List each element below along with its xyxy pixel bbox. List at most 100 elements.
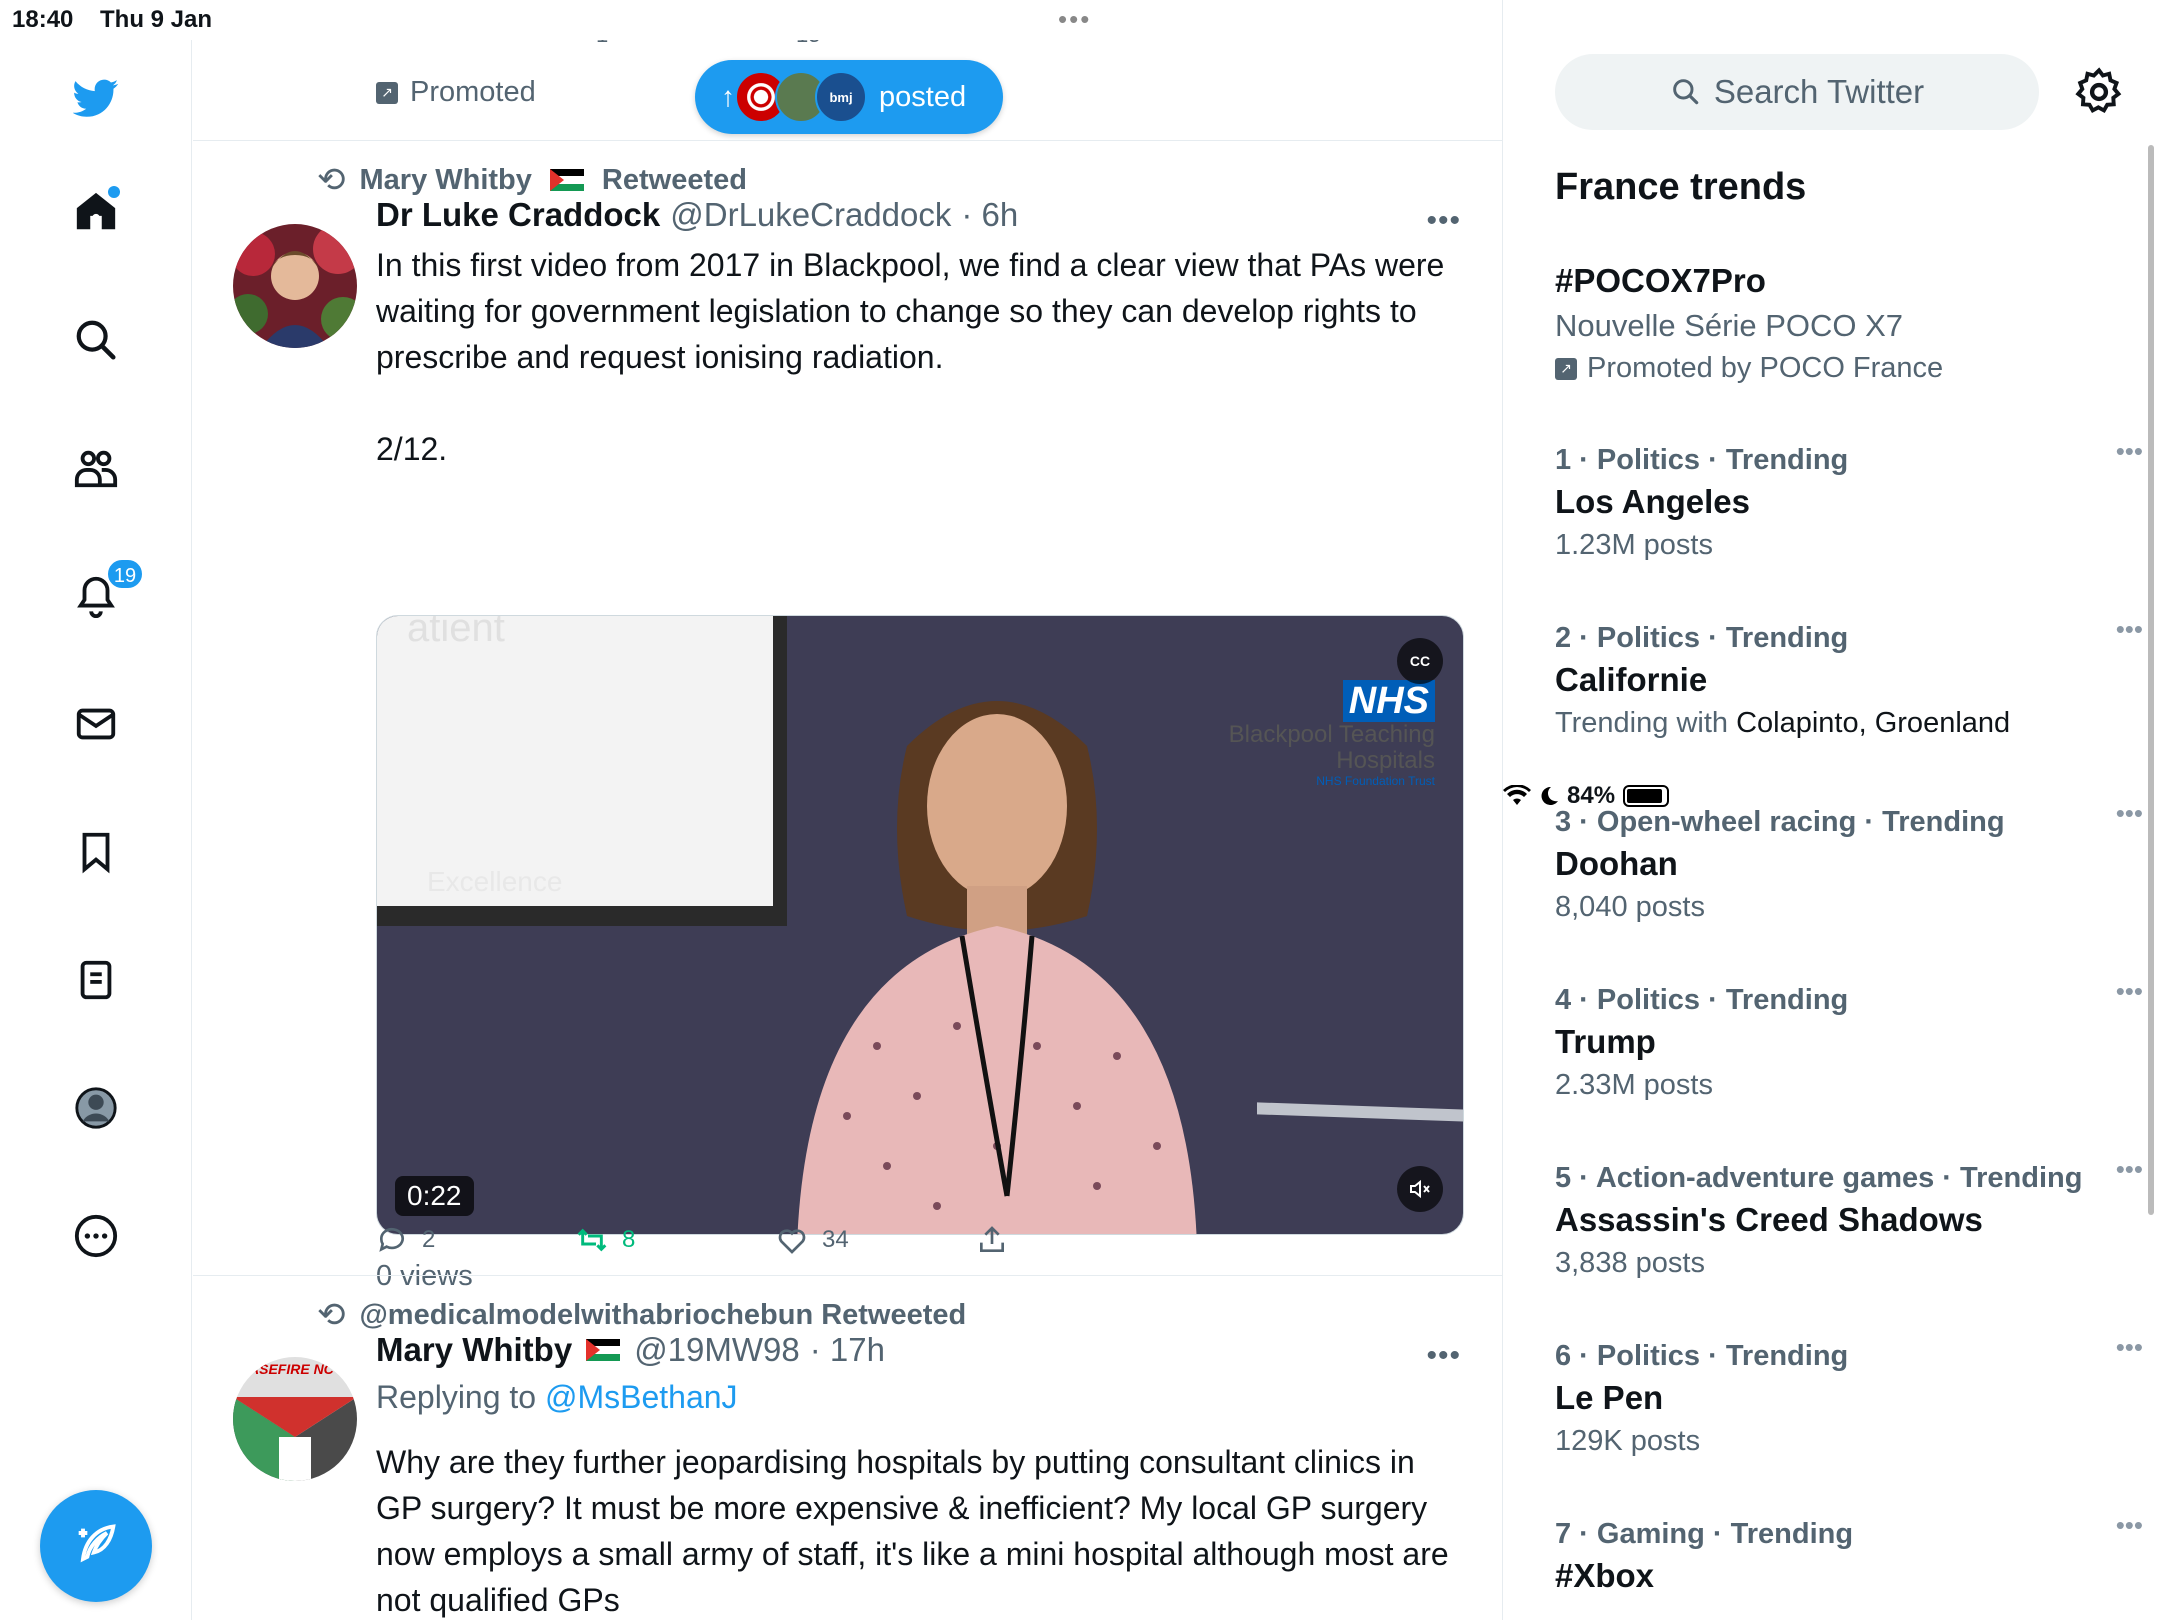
replying-prefix: Replying to xyxy=(376,1379,537,1415)
replying-to-handle-link[interactable]: @MsBethanJ xyxy=(545,1379,738,1415)
explore-search-icon[interactable] xyxy=(66,310,126,370)
heart-icon xyxy=(778,1229,806,1254)
author-name[interactable]: Dr Luke Craddock xyxy=(376,196,660,234)
trend-topic: Los Angeles xyxy=(1555,483,1750,520)
notifications-bell-icon[interactable]: 19 xyxy=(66,558,144,626)
retweet-button[interactable]: 8 xyxy=(576,1224,635,1256)
messages-envelope-icon[interactable] xyxy=(66,694,126,754)
author-handle[interactable]: @DrLukeCraddock xyxy=(670,196,951,234)
trend-item[interactable]: 5 · Action-adventure games · Trending As… xyxy=(1555,1154,2143,1280)
tweet-craddock[interactable]: ⟲ Mary Whitby Retweeted Dr Luke Craddock… xyxy=(193,140,1503,1315)
palestine-flag-icon xyxy=(586,1339,621,1361)
trend-topic: Doohan xyxy=(1555,845,1678,882)
avatar[interactable] xyxy=(233,224,357,348)
retweet-icon: ⟲ xyxy=(317,161,346,199)
trend-related: Trending with Colapinto, Groenland xyxy=(1555,707,2115,740)
reply-icon xyxy=(379,1227,404,1252)
twitter-logo-icon[interactable] xyxy=(66,68,126,128)
trend-more-icon[interactable]: ••• xyxy=(2116,436,2143,467)
promoted-arrow-icon: ↗ xyxy=(376,81,398,104)
trend-more-icon[interactable]: ••• xyxy=(2116,798,2143,829)
new-posts-label: posted xyxy=(879,80,967,113)
trend-item[interactable]: 7 · Gaming · Trending #Xbox ••• xyxy=(1555,1510,2143,1595)
author-handle[interactable]: @19MW98 xyxy=(634,1331,800,1369)
nhs-logo-text: NHS xyxy=(1342,680,1435,722)
timeline-feed[interactable]: 1 15 ↗ Promoted ↑ bmj posted ⟲ Mary Whit… xyxy=(193,40,1503,1620)
new-post-avatar-3: bmj xyxy=(815,71,867,123)
closed-captions-icon[interactable]: CC xyxy=(1397,638,1443,684)
slide-text-top: atient xyxy=(407,615,505,650)
trend-meta: 1 · Politics · Trending xyxy=(1555,444,1849,476)
trend-posts: 129K posts xyxy=(1555,1425,1701,1457)
status-bar: 18:40 Thu 9 Jan ••• 84% xyxy=(0,0,2160,809)
reply-button[interactable]: 2 xyxy=(376,1224,435,1256)
tweet-more-icon[interactable]: ••• xyxy=(1426,204,1461,238)
profile-avatar-icon[interactable] xyxy=(66,1078,126,1138)
tweet-more-icon[interactable]: ••• xyxy=(1426,1339,1461,1373)
sidebar-scrollbar[interactable] xyxy=(2148,145,2154,1215)
like-button[interactable]: 34 xyxy=(776,1224,849,1256)
trend-item[interactable]: 1 · Politics · Trending Los Angeles 1.23… xyxy=(1555,436,2143,562)
trend-more-icon[interactable]: ••• xyxy=(2116,614,2143,645)
avatar-banner-text: ASEFIRE NC xyxy=(249,1361,334,1377)
retweeted-by-line: ⟲ @medicalmodelwithabriochebun Retweeted xyxy=(317,1295,966,1335)
tweet-time[interactable]: · 6h xyxy=(961,196,1018,234)
more-options-icon[interactable] xyxy=(66,1206,126,1266)
retweeted-by-line: ⟲ Mary Whitby Retweeted xyxy=(317,160,747,200)
trend-posts: 1.23M posts xyxy=(1555,529,1713,561)
trend-topic: Assassin's Creed Shadows xyxy=(1555,1201,1983,1238)
retweet-count: 8 xyxy=(622,1226,636,1253)
author-name[interactable]: Mary Whitby xyxy=(376,1331,572,1369)
lists-icon[interactable] xyxy=(66,950,126,1010)
arrow-up-icon: ↑ xyxy=(721,81,735,112)
retweet-icon xyxy=(577,1228,607,1252)
trend-related-prefix: Trending with xyxy=(1555,707,1737,739)
trend-item[interactable]: 4 · Politics · Trending Trump 2.33M post… xyxy=(1555,976,2143,1102)
tweet-whitby[interactable]: ⟲ @medicalmodelwithabriochebun Retweeted… xyxy=(193,1275,1503,1620)
promoted-label: ↗ Promoted xyxy=(376,76,536,109)
trend-meta: 5 · Action-adventure games · Trending xyxy=(1555,1162,2083,1194)
new-posts-pill-button[interactable]: ↑ bmj posted xyxy=(695,60,1003,134)
trend-more-icon[interactable]: ••• xyxy=(2116,976,2143,1007)
search-placeholder: Search Twitter xyxy=(1713,73,1925,110)
speaker-figure xyxy=(797,701,1197,1234)
trend-posts: 2.33M posts xyxy=(1555,1069,1713,1101)
bookmarks-icon[interactable] xyxy=(66,822,126,882)
mute-speaker-icon[interactable] xyxy=(1397,1166,1443,1212)
trend-topic: #Xbox xyxy=(1555,1557,1655,1594)
trend-item[interactable]: 3 · Open-wheel racing · Trending Doohan … xyxy=(1555,798,2143,924)
communities-icon[interactable] xyxy=(66,438,126,498)
retweeted-label: Retweeted xyxy=(821,1298,967,1331)
reply-count: 2 xyxy=(422,1226,436,1253)
projector-screen: atient Excellence xyxy=(377,616,787,926)
trend-more-icon[interactable]: ••• xyxy=(2116,1510,2143,1541)
compose-feather-icon xyxy=(78,1524,116,1563)
trend-meta: 2 · Politics · Trending xyxy=(1555,622,1849,654)
right-sidebar: Search Twitter France trends #POCOX7Pro … xyxy=(1503,40,2160,1620)
retweeted-label: Retweeted xyxy=(601,163,747,196)
retweeter-name[interactable]: Mary Whitby xyxy=(360,164,532,197)
trend-item[interactable]: 6 · Politics · Trending Le Pen 129K post… xyxy=(1555,1332,2143,1458)
tweet-time[interactable]: · 17h xyxy=(810,1331,885,1369)
tweet-actions: 2 8 34 xyxy=(376,1224,1176,1264)
search-input[interactable]: Search Twitter xyxy=(1555,54,2039,130)
trend-meta: 4 · Politics · Trending xyxy=(1555,984,1849,1016)
trend-meta: 7 · Gaming · Trending xyxy=(1555,1518,1854,1550)
trend-related-terms[interactable]: Colapinto, Groenland xyxy=(1736,707,2010,739)
compose-tweet-button[interactable] xyxy=(40,1490,152,1602)
trend-item[interactable]: 2 · Politics · Trending Californie Trend… xyxy=(1555,614,2143,740)
trend-description: Nouvelle Série POCO X7 xyxy=(1555,308,1904,343)
avatar[interactable]: ASEFIRE NC xyxy=(233,1357,357,1481)
multitasking-dots-icon[interactable]: ••• xyxy=(1058,4,1091,35)
retweeter-name[interactable]: @medicalmodelwithabriochebun xyxy=(360,1299,814,1332)
share-button[interactable] xyxy=(976,1224,1008,1256)
retweet-icon: ⟲ xyxy=(317,1296,346,1334)
trend-more-icon[interactable]: ••• xyxy=(2116,1154,2143,1185)
promoted-trend[interactable]: #POCOX7Pro Nouvelle Série POCO X7 ↗ Prom… xyxy=(1555,262,2115,385)
video-player[interactable]: atient Excellence NHS Blackpool Teaching… xyxy=(376,615,1464,1235)
home-icon[interactable] xyxy=(66,182,126,242)
trend-more-icon[interactable]: ••• xyxy=(2116,1332,2143,1363)
tweet-text: Why are they further jeopardising hospit… xyxy=(376,1444,1458,1618)
settings-gear-icon[interactable] xyxy=(2073,66,2125,118)
tweet-header: Mary Whitby @19MW98 · 17h xyxy=(376,1331,885,1369)
